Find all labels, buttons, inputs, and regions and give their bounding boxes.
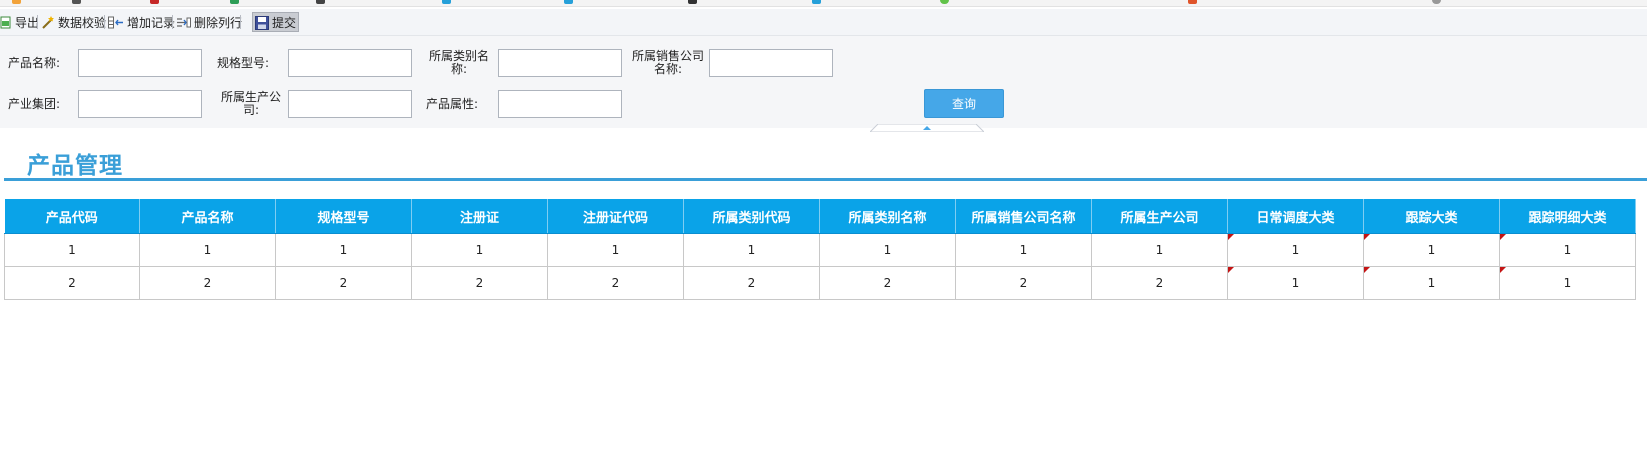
collapse-panel-toggle[interactable] — [868, 121, 986, 133]
add-record-label: 增加记录 — [127, 15, 176, 30]
mfr-company-label: 所属生产公 司: — [216, 91, 286, 117]
product-attr-input[interactable] — [498, 90, 622, 118]
table-cell[interactable]: 2 — [819, 266, 956, 300]
submit-button[interactable]: 提交 — [252, 12, 300, 32]
sales-company-label: 所属销售公司 名称: — [630, 50, 706, 76]
column-header[interactable]: 产品名称 — [139, 199, 276, 234]
bookmark-icon[interactable] — [12, 0, 21, 4]
column-header[interactable]: 跟踪明细大类 — [1499, 199, 1636, 234]
product-table: 产品代码 产品名称 规格型号 注册证 注册证代码 所属类别代码 所属类别名称 所… — [4, 199, 1636, 300]
product-name-input[interactable] — [78, 49, 202, 77]
column-header[interactable]: 跟踪大类 — [1363, 199, 1500, 234]
table-cell[interactable]: 2 — [4, 266, 140, 300]
table-cell[interactable]: 2 — [683, 266, 820, 300]
table-cell[interactable]: 1 — [139, 233, 276, 267]
column-header[interactable]: 所属生产公司 — [1091, 199, 1228, 234]
bookmark-icon[interactable] — [688, 0, 697, 4]
industry-group-label: 产业集团: — [8, 97, 61, 111]
table-cell[interactable]: 2 — [1091, 266, 1228, 300]
save-icon — [255, 16, 269, 30]
bookmark-icon[interactable] — [1188, 0, 1197, 4]
table-cell[interactable]: 1 — [1091, 233, 1228, 267]
bookmark-icon[interactable] — [812, 0, 821, 4]
mfr-company-input[interactable] — [288, 90, 412, 118]
table-cell-modified[interactable]: 1 — [1363, 266, 1500, 300]
column-header[interactable]: 注册证代码 — [547, 199, 684, 234]
delete-row-label: 删除列行 — [194, 15, 243, 30]
table-cell-modified[interactable]: 1 — [1499, 233, 1636, 267]
bookmark-icon[interactable] — [1432, 0, 1441, 4]
bookmarks-bar — [0, 0, 1647, 7]
table-cell[interactable]: 2 — [139, 266, 276, 300]
toolbar-separator — [37, 15, 38, 29]
toolbar-separator — [172, 15, 173, 29]
column-header[interactable]: 规格型号 — [275, 199, 412, 234]
column-header[interactable]: 所属销售公司名称 — [955, 199, 1092, 234]
table-cell-modified[interactable]: 1 — [1227, 233, 1364, 267]
table-cell[interactable]: 1 — [411, 233, 548, 267]
sales-company-label-line2: 名称: — [653, 62, 683, 76]
mfr-company-label-line2: 司: — [242, 103, 260, 117]
table-row[interactable]: 1 1 1 1 1 1 1 1 1 1 1 1 — [4, 233, 1636, 267]
table-row[interactable]: 2 2 2 2 2 2 2 2 2 1 1 1 — [4, 266, 1636, 300]
table-header-row: 产品代码 产品名称 规格型号 注册证 注册证代码 所属类别代码 所属类别名称 所… — [4, 199, 1636, 234]
toolbar-separator — [104, 15, 105, 29]
export-button[interactable]: 导出 — [0, 12, 39, 32]
spec-model-input[interactable] — [288, 49, 412, 77]
category-name-label: 所属类别名 称: — [426, 50, 492, 76]
submit-label: 提交 — [272, 15, 297, 30]
magic-wand-icon — [41, 16, 55, 29]
table-cell[interactable]: 1 — [547, 233, 684, 267]
category-name-label-line2: 称: — [450, 62, 468, 76]
table-cell[interactable]: 1 — [683, 233, 820, 267]
table-cell-modified[interactable]: 1 — [1499, 266, 1636, 300]
add-row-icon — [108, 16, 124, 29]
column-header[interactable]: 注册证 — [411, 199, 548, 234]
query-button[interactable]: 查询 — [924, 89, 1004, 118]
table-cell-modified[interactable]: 1 — [1363, 233, 1500, 267]
product-name-label: 产品名称: — [8, 56, 61, 70]
validate-button[interactable]: 数据校验 — [41, 12, 106, 32]
table-cell[interactable]: 1 — [275, 233, 412, 267]
table-cell[interactable]: 1 — [955, 233, 1092, 267]
bookmark-icon[interactable] — [442, 0, 451, 4]
bookmark-icon[interactable] — [316, 0, 325, 4]
column-header[interactable]: 产品代码 — [4, 199, 140, 234]
delete-row-button[interactable]: 删除列行 — [176, 12, 242, 32]
table-cell-modified[interactable]: 1 — [1227, 266, 1364, 300]
table-cell[interactable]: 2 — [411, 266, 548, 300]
export-icon — [0, 16, 12, 29]
delete-row-icon — [176, 16, 191, 28]
category-name-input[interactable] — [498, 49, 622, 77]
spec-model-label: 规格型号: — [217, 56, 270, 70]
page-title: 产品管理 — [27, 153, 123, 179]
table-cell[interactable]: 2 — [955, 266, 1092, 300]
product-attr-label: 产品属性: — [426, 97, 479, 111]
toolbar-separator — [240, 15, 241, 29]
bookmark-icon[interactable] — [150, 0, 159, 4]
bookmark-icon[interactable] — [72, 0, 81, 4]
column-header[interactable]: 所属类别代码 — [683, 199, 820, 234]
bookmark-icon[interactable] — [230, 0, 239, 4]
industry-group-input[interactable] — [78, 90, 202, 118]
title-divider — [4, 178, 1647, 181]
validate-label: 数据校验 — [58, 15, 107, 30]
table-cell[interactable]: 2 — [275, 266, 412, 300]
bookmark-icon[interactable] — [940, 0, 949, 4]
column-header[interactable]: 日常调度大类 — [1227, 199, 1364, 234]
bookmark-icon[interactable] — [564, 0, 573, 4]
sales-company-input[interactable] — [709, 49, 833, 77]
table-cell[interactable]: 2 — [547, 266, 684, 300]
table-cell[interactable]: 1 — [4, 233, 140, 267]
toolbar: 导出 数据校验 增加记录 删除列行 提交 — [0, 9, 1647, 36]
export-label: 导出 — [15, 15, 40, 30]
table-cell[interactable]: 1 — [819, 233, 956, 267]
column-header[interactable]: 所属类别名称 — [819, 199, 956, 234]
add-record-button[interactable]: 增加记录 — [108, 12, 175, 32]
